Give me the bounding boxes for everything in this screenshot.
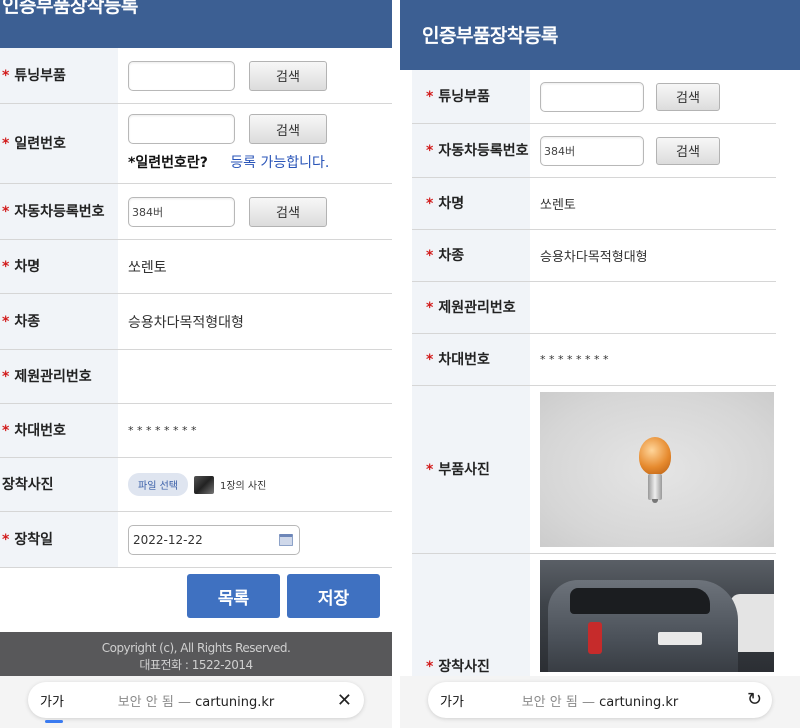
row-chassis: * 차대번호 * * * * * * * * <box>412 334 776 386</box>
car-name-label: * 차명 <box>0 240 118 293</box>
serial-input[interactable] <box>128 114 235 144</box>
row-car-type: * 차종 승용차다목적형대형 <box>412 230 776 282</box>
chassis-value: * * * * * * * * <box>540 353 609 366</box>
car-reg-search-button[interactable]: 검색 <box>249 196 327 227</box>
car-type-label: * 차종 <box>0 294 118 349</box>
serial-search-button[interactable]: 검색 <box>249 114 327 144</box>
car-name-value: 쏘렌토 <box>128 259 167 276</box>
screen-divider <box>392 0 400 728</box>
install-photo-label: * 장착사진 <box>412 554 530 684</box>
file-count-text: 1장의 사진 <box>219 481 267 492</box>
spec-no-label: * 제원관리번호 <box>0 350 118 403</box>
row-photo: 장착사진 파일 선택 1장의 사진 <box>0 458 392 512</box>
car-reg-input[interactable]: 384버 <box>128 196 235 227</box>
car-reg-label: * 자동차등록번호 <box>412 124 530 177</box>
right-screen: 인증부품장착등록 * 튜닝부품 검색 * 자동차등록번호 384버 검색 * 차명 쏘… <box>400 0 800 728</box>
car-reg-search-button[interactable]: 검색 <box>656 136 720 165</box>
url-text: 보안 안 됨 — cartuning.kr <box>117 694 275 710</box>
car-reg-label: * 자동차등록번호 <box>0 184 118 239</box>
car-tail-light <box>588 622 602 654</box>
install-photo <box>540 560 774 672</box>
row-car-name: * 차명 쏘렌토 <box>412 178 776 230</box>
row-install-photo: * 장착사진 <box>412 554 776 684</box>
loading-progress <box>45 720 63 723</box>
spec-no-value <box>118 350 392 403</box>
bulb-tip <box>652 499 658 503</box>
car-reg-input[interactable]: 384버 <box>540 135 644 166</box>
chassis-value: * * * * * * * * <box>128 424 197 437</box>
part-photo-label: * 부품사진 <box>412 386 530 553</box>
car-type-value: 승용차다목적형대형 <box>540 250 648 265</box>
browser-bar: 가가 보안 안 됨 — cartuning.kr ↻ <box>400 676 800 728</box>
bulb-glass <box>639 437 671 475</box>
photo-label: 장착사진 <box>0 458 118 511</box>
tuning-part-input[interactable] <box>540 81 644 112</box>
file-select-button[interactable]: 파일 선택 <box>128 473 188 496</box>
photo-thumbnail <box>193 475 214 494</box>
car-name-label: * 차명 <box>412 178 530 229</box>
tuning-part-search-button[interactable]: 검색 <box>249 60 327 91</box>
row-date: * 장착일 2022-12-22 <box>0 512 392 568</box>
row-car-name: * 차명 쏘렌토 <box>0 240 392 294</box>
spec-no-value <box>530 282 776 333</box>
row-serial: * 일련번호 검색 *일련번호란? 등록 가능합니다. <box>0 104 392 184</box>
spec-no-label: * 제원관리번호 <box>412 282 530 333</box>
car-type-label: * 차종 <box>412 230 530 281</box>
car-type-value: 승용차다목적형대형 <box>128 314 244 331</box>
serial-status-text: 등록 가능합니다. <box>230 155 330 171</box>
tuning-part-search-button[interactable]: 검색 <box>656 82 720 111</box>
page-header: 인증부품장착등록 <box>0 0 392 46</box>
close-icon[interactable]: ✕ <box>337 690 352 711</box>
car-rear-window <box>570 588 710 614</box>
row-spec-no: * 제원관리번호 <box>0 350 392 404</box>
bulb-base <box>648 474 662 500</box>
left-screen: 인증부품장착등록 * 튜닝부품 검색 * 일련번호 검색 *일련번호란? 등록 가능… <box>0 0 392 728</box>
row-chassis: * 차대번호 * * * * * * * * <box>0 404 392 458</box>
right-form: * 튜닝부품 검색 * 자동차등록번호 384버 검색 * 차명 쏘렌토 * 차종 승용… <box>412 70 776 684</box>
phone-text: 대표전화 : 1522-2014 <box>139 658 253 672</box>
part-photo <box>540 392 774 547</box>
car-plate <box>658 632 702 645</box>
row-car-type: * 차종 승용차다목적형대형 <box>0 294 392 350</box>
reload-icon[interactable]: ↻ <box>747 689 762 710</box>
date-input[interactable]: 2022-12-22 <box>128 524 300 555</box>
page-header: 인증부품장착등록 <box>400 0 800 68</box>
url-text: 보안 안 됨 — cartuning.kr <box>521 694 679 710</box>
row-car-reg: * 자동차등록번호 384버 검색 <box>412 124 776 178</box>
save-button[interactable]: 저장 <box>287 574 380 618</box>
address-bar[interactable]: 가가 보안 안 됨 — cartuning.kr <box>28 682 364 718</box>
date-label: * 장착일 <box>0 512 118 567</box>
row-spec-no: * 제원관리번호 <box>412 282 776 334</box>
address-bar[interactable]: 가가 보안 안 됨 — cartuning.kr <box>428 682 772 718</box>
action-buttons: 목록 저장 <box>0 568 392 623</box>
tuning-part-label: * 튜닝부품 <box>412 70 530 123</box>
footer: Copyright (c), All Rights Reserved. 대표전화… <box>0 632 392 676</box>
row-tuning-part: * 튜닝부품 검색 <box>412 70 776 124</box>
row-tuning-part: * 튜닝부품 검색 <box>0 48 392 104</box>
car-name-value: 쏘렌토 <box>540 198 576 213</box>
tuning-part-input[interactable] <box>128 60 235 91</box>
row-car-reg: * 자동차등록번호 384버 검색 <box>0 184 392 240</box>
browser-bar: 가가 보안 안 됨 — cartuning.kr ✕ <box>0 676 392 728</box>
serial-help-link[interactable]: *일련번호란? <box>128 155 208 171</box>
page-title: 인증부품장착등록 <box>422 24 558 47</box>
serial-note: *일련번호란? 등록 가능합니다. <box>128 152 329 172</box>
row-part-photo: * 부품사진 <box>412 386 776 554</box>
calendar-icon[interactable] <box>279 533 293 546</box>
serial-label: * 일련번호 <box>0 104 118 183</box>
list-button[interactable]: 목록 <box>187 574 280 618</box>
copyright-text: Copyright (c), All Rights Reserved. <box>101 641 291 655</box>
chassis-label: * 차대번호 <box>0 404 118 457</box>
tuning-part-label: * 튜닝부품 <box>0 48 118 103</box>
chassis-label: * 차대번호 <box>412 334 530 385</box>
page-title: 인증부품장착등록 <box>2 0 138 17</box>
